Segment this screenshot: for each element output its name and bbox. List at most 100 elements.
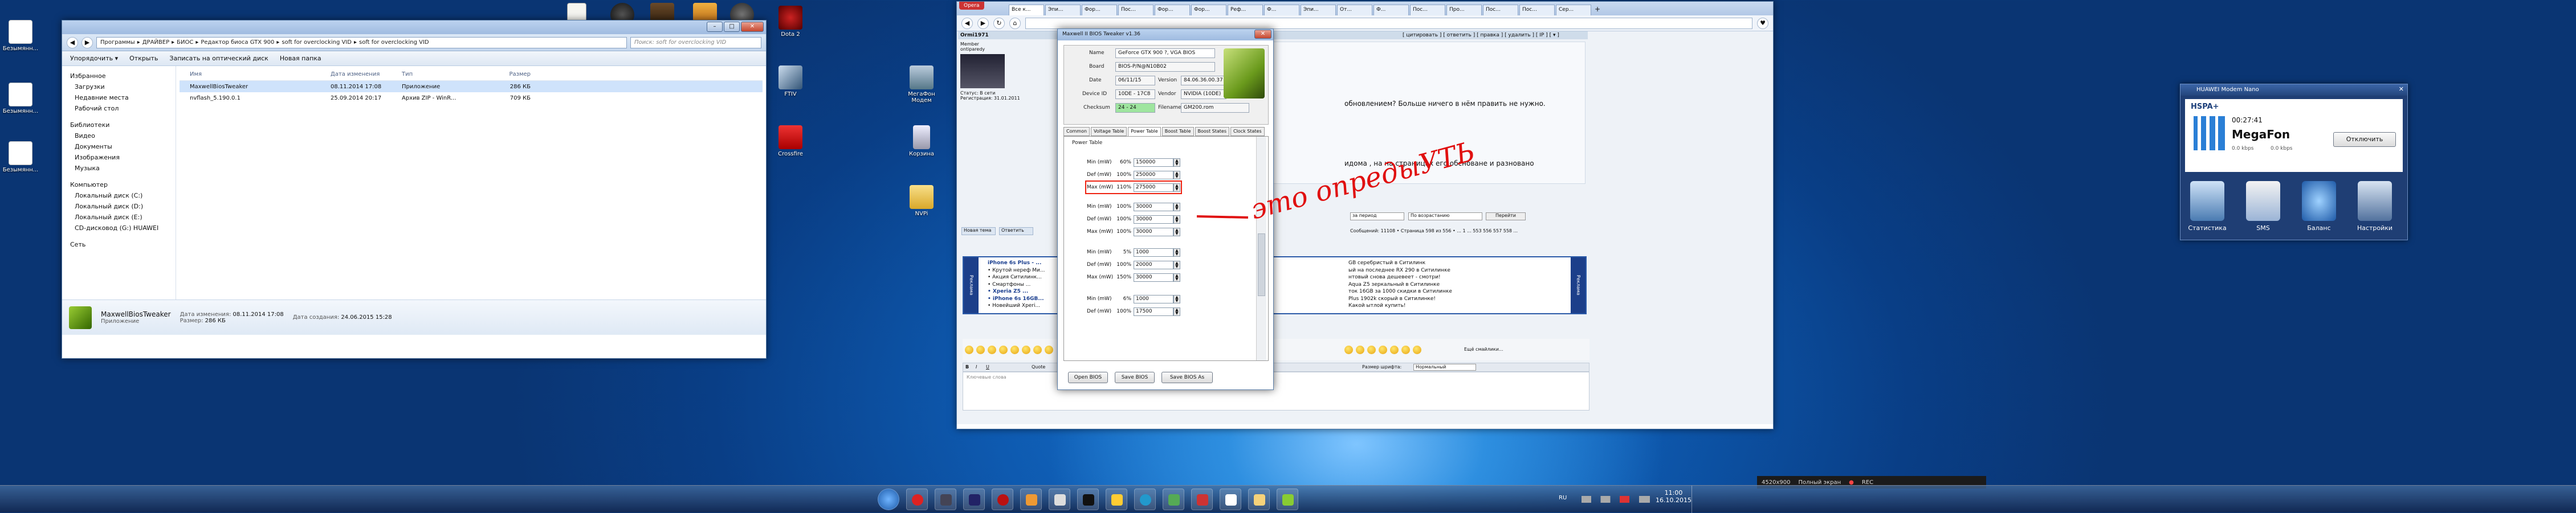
taskbar-app[interactable] [963,489,985,510]
quote-button[interactable]: Quote [1032,364,1045,370]
spin-button[interactable]: ▲ ▼ [1173,248,1180,257]
sidebar-item[interactable]: Документы [62,141,176,152]
desktop-icon-image-1[interactable]: Безымянн... [2,20,39,52]
smiley-icon[interactable] [1413,346,1421,354]
breadcrumb-item[interactable]: Программы [100,39,135,46]
font-size-select[interactable]: Нормальный [1413,364,1476,371]
open-button[interactable]: Открыть [129,55,158,62]
spin-button[interactable]: ▲ ▼ [1173,273,1180,282]
smiley-icon[interactable] [1390,346,1399,354]
new-tab-button[interactable]: + [1592,5,1603,15]
browser-tab[interactable]: Фор... [1155,5,1190,15]
taskbar-opera[interactable] [906,489,928,510]
spin-button[interactable]: ▲ ▼ [1173,260,1180,269]
modem-titlebar[interactable]: HUAWEI Modem Nano ✕ [2180,84,2407,96]
spin-button[interactable]: ▲ ▼ [1173,202,1180,211]
ad-line[interactable]: iPhone 6s Plus - ... [988,260,1045,267]
desktop-icon-recycle-bin[interactable]: Корзина [903,125,940,157]
ad-line[interactable]: • Xperia Z5 ... [988,288,1045,296]
more-smileys-link[interactable]: Ещё смайлики... [1464,347,1503,352]
bold-button[interactable]: B [965,364,969,370]
breadcrumb[interactable]: Программы ▸ ДРАЙВЕР ▸ БИОС ▸ Редактор биоса… [96,36,627,48]
row-value-input[interactable]: 30000 [1134,273,1173,282]
browser-tab[interactable]: Про... [1446,5,1482,15]
spin-button[interactable]: ▲ ▼ [1173,307,1180,316]
forward-button[interactable]: ▶ [81,36,93,48]
column-name[interactable]: Имя [180,71,331,77]
taskbar-app[interactable] [1049,489,1070,510]
smiley-icon[interactable] [1356,346,1364,354]
tab-common[interactable]: Common [1063,127,1090,136]
post-actions[interactable]: [ цитировать ] [ ответить ] [ правка ] [… [1403,32,1559,38]
taskbar-app[interactable] [1220,489,1241,510]
recorder-mode[interactable]: Полный экран [1798,479,1841,486]
smiley-icon[interactable] [1010,346,1019,354]
taskbar-app[interactable] [1248,489,1270,510]
ad-line[interactable]: Какой ытлой купить! [1348,302,1452,310]
address-bar[interactable] [1025,17,1752,29]
browser-tab[interactable]: Фор... [1082,5,1117,15]
sidebar-network[interactable]: Сеть [62,239,176,250]
desktop-icon-dota[interactable]: Dota 2 [772,6,809,38]
reload-button[interactable]: ↻ [993,17,1005,29]
ad-line[interactable]: GB серебристый в Ситилинк [1348,260,1452,267]
bios-name-field[interactable]: GeForce GTX 900 ?, VGA BIOS [1115,48,1215,58]
forward-button[interactable]: ▶ [977,17,989,29]
new-topic-button[interactable]: Новая тема [961,227,996,235]
reply-textarea[interactable]: Ключевые слова [963,372,1589,411]
smiley-icon[interactable] [1379,346,1387,354]
back-button[interactable]: ◀ [67,36,78,48]
language-indicator[interactable]: RU [1559,495,1567,501]
ad-line[interactable]: • Крутой нереф Ми... [988,267,1045,274]
row-value-input[interactable]: 20000 [1134,260,1173,269]
row-value-input[interactable]: 150000 [1134,158,1173,167]
sms-button[interactable]: SMS [2243,181,2283,232]
breadcrumb-item[interactable]: ДРАЙВЕР [142,39,169,46]
close-icon[interactable]: ✕ [2399,85,2404,93]
new-folder-button[interactable]: Новая папка [280,55,321,62]
ad-banner[interactable]: Реклама Реклама iPhone 6s Plus - ... • К… [963,256,1587,314]
desktop-icon-ftiv[interactable]: FTIV [772,65,809,97]
settings-button[interactable]: Настройки [2355,181,2395,232]
browser-tab[interactable]: Все к... [1009,5,1044,15]
sidebar-computer[interactable]: Компьютер [62,179,176,190]
smiley-icon[interactable] [988,346,996,354]
reply-button[interactable]: Ответить [999,227,1033,235]
smiley-icon[interactable] [1045,346,1053,354]
spin-button[interactable]: ▲ ▼ [1173,294,1180,303]
tab-power-table[interactable]: Power Table [1128,127,1161,136]
ad-line[interactable]: • Смартфоны ... [988,281,1045,289]
column-type[interactable]: Тип [402,71,470,77]
smiley-icon[interactable] [1022,346,1030,354]
ad-line[interactable]: • iPhone 6s 16GB... [988,296,1045,303]
browser-tab[interactable]: Пос... [1519,5,1555,15]
burn-button[interactable]: Записать на оптический диск [169,55,268,62]
close-button[interactable]: ✕ [741,22,764,32]
smiley-icon[interactable] [965,346,973,354]
spin-button[interactable]: ▲ ▼ [1173,183,1180,192]
ad-line[interactable]: ток 16GB за 1000 скидки в Ситилинке [1348,288,1452,296]
smiley-icon[interactable] [1367,346,1376,354]
browser-tab[interactable]: Сер... [1556,5,1591,15]
sidebar-libraries[interactable]: Библиотеки [62,120,176,130]
sidebar-item[interactable]: Локальный диск (D:) [62,201,176,212]
ad-line[interactable]: нтовый снова дешевеет - смотри! [1348,274,1452,281]
sidebar-item[interactable]: Рабочий стол [62,103,176,114]
start-button[interactable] [878,489,899,510]
breadcrumb-item[interactable]: soft for overclocking VID [359,39,429,46]
sidebar-item[interactable]: Музыка [62,163,176,174]
desktop-icon-nvpi[interactable]: NVPi [903,185,940,217]
taskbar-app[interactable] [1163,489,1184,510]
ad-line[interactable]: • Новейший Xperi... [988,302,1045,310]
close-button[interactable]: ✕ [1254,30,1271,39]
smiley-icon[interactable] [999,346,1008,354]
sidebar-item[interactable]: Локальный диск (E:) [62,212,176,223]
row-value-input[interactable]: 30000 [1134,202,1173,211]
ad-line[interactable]: • Акция Ситилинк... [988,274,1045,281]
sidebar-item[interactable]: Видео [62,130,176,141]
opera-menu-button[interactable]: Opera [959,2,984,10]
row-value-input[interactable]: 1000 [1134,294,1173,303]
smiley-icon[interactable] [1401,346,1410,354]
taskbar-app[interactable] [1191,489,1213,510]
taskbar-steam[interactable] [935,489,956,510]
